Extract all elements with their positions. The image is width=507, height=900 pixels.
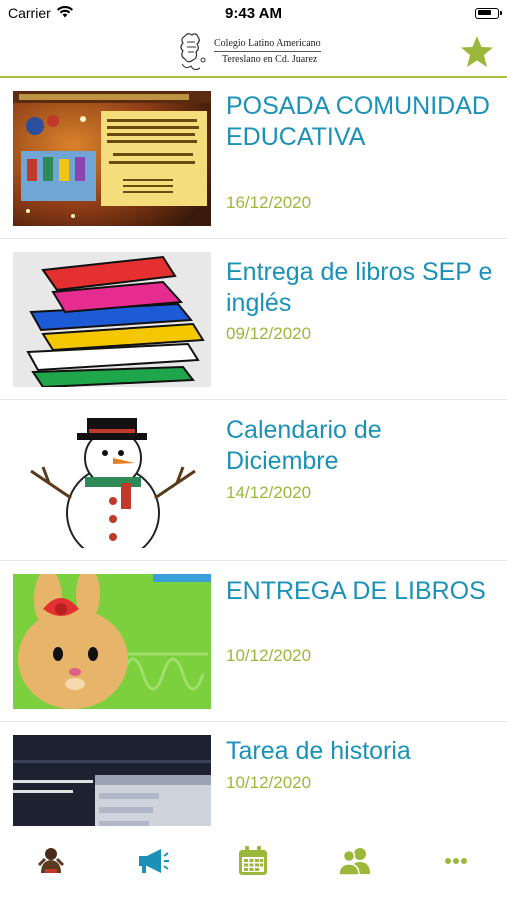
item-title[interactable]: POSADA COMUNIDAD EDUCATIVA: [226, 91, 496, 153]
item-title[interactable]: Calendario de Diciembre: [226, 415, 496, 477]
snowman-image: [13, 413, 211, 548]
calendar-icon: [239, 846, 268, 875]
bunny-cartoon-image: [13, 574, 211, 709]
status-bar: Carrier 9:43 AM: [0, 0, 507, 26]
school-crest-icon: [180, 33, 206, 71]
tab-announcements[interactable]: [132, 844, 172, 878]
item-date: 14/12/2020: [226, 483, 312, 502]
news-feed[interactable]: POSADA COMUNIDAD EDUCATIVA 16/12/2020 En…: [0, 78, 507, 826]
list-item[interactable]: ENTREGA DE LIBROS 10/12/2020: [0, 561, 507, 722]
item-date: 09/12/2020: [226, 324, 312, 343]
list-item[interactable]: Calendario de Diciembre 14/12/2020: [0, 400, 507, 561]
tab-calendar[interactable]: [233, 844, 273, 878]
tab-bar: [0, 826, 507, 900]
item-title[interactable]: ENTREGA DE LIBROS: [226, 576, 496, 607]
list-item[interactable]: Entrega de libros SEP e inglés 09/12/202…: [0, 239, 507, 400]
list-item[interactable]: Tarea de historia 10/12/2020: [0, 722, 507, 826]
list-item[interactable]: POSADA COMUNIDAD EDUCATIVA 16/12/2020: [0, 78, 507, 239]
app-header: Colegio Latino Americano Tereslano en Cd…: [0, 26, 507, 78]
more-icon: [445, 858, 468, 864]
contacts-icon: [338, 848, 370, 876]
logo-line-2: Tereslano en Cd. Juarez: [222, 54, 318, 65]
school-logo: Colegio Latino Americano Tereslano en Cd…: [176, 30, 336, 74]
history-slide-image: [13, 735, 211, 826]
posada-flyer-image: [13, 91, 211, 226]
school-mascot-icon: [37, 848, 64, 873]
tab-home[interactable]: [31, 844, 71, 878]
tab-more[interactable]: [436, 844, 476, 878]
battery-icon: [475, 7, 502, 19]
star-icon: [461, 36, 493, 67]
item-title[interactable]: Tarea de historia: [226, 736, 496, 767]
tab-contacts[interactable]: [335, 844, 375, 878]
item-date: 16/12/2020: [226, 193, 312, 212]
logo-line-1: Colegio Latino Americano: [214, 38, 321, 52]
books-stack-image: [13, 252, 211, 387]
item-date: 10/12/2020: [226, 646, 312, 665]
megaphone-icon: [139, 849, 170, 873]
item-date: 10/12/2020: [226, 773, 312, 792]
status-time: 9:43 AM: [225, 4, 282, 22]
item-title[interactable]: Entrega de libros SEP e inglés: [226, 257, 496, 319]
favorites-button[interactable]: [459, 34, 495, 70]
